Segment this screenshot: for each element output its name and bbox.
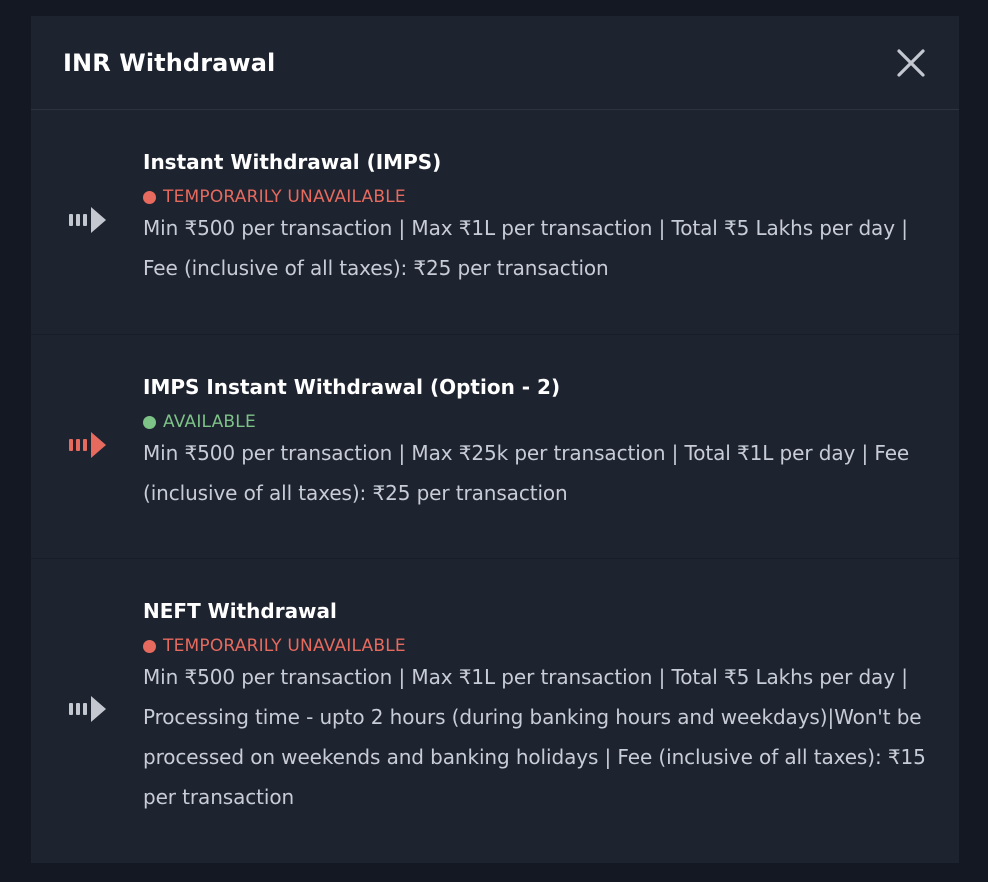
modal-header: INR Withdrawal bbox=[31, 16, 959, 110]
option-description: Min ₹500 per transaction | Max ₹25k per … bbox=[143, 441, 910, 505]
arrow-right-icon bbox=[69, 696, 106, 722]
option-description: Min ₹500 per transaction | Max ₹1L per t… bbox=[143, 216, 908, 280]
status-badge: TEMPORARILY UNAVAILABLE bbox=[143, 636, 935, 656]
status-text: AVAILABLE bbox=[163, 412, 256, 432]
arrow-right-icon bbox=[69, 432, 106, 458]
option-title: IMPS Instant Withdrawal (Option - 2) bbox=[143, 375, 561, 399]
option-title: NEFT Withdrawal bbox=[143, 599, 337, 623]
modal-title: INR Withdrawal bbox=[63, 48, 276, 77]
status-text: TEMPORARILY UNAVAILABLE bbox=[163, 187, 406, 207]
status-badge: TEMPORARILY UNAVAILABLE bbox=[143, 187, 935, 207]
status-dot-icon bbox=[143, 190, 156, 204]
option-description: Min ₹500 per transaction | Max ₹1L per t… bbox=[143, 665, 926, 809]
close-button[interactable] bbox=[894, 46, 928, 80]
close-icon bbox=[897, 48, 925, 77]
option-instant-imps[interactable]: Instant Withdrawal (IMPS) TEMPORARILY UN… bbox=[31, 110, 959, 334]
status-text: TEMPORARILY UNAVAILABLE bbox=[163, 636, 406, 656]
option-title: Instant Withdrawal (IMPS) bbox=[143, 150, 442, 174]
status-dot-icon bbox=[143, 415, 156, 429]
option-imps-option-2[interactable]: IMPS Instant Withdrawal (Option - 2) AVA… bbox=[31, 334, 959, 558]
status-badge: AVAILABLE bbox=[143, 412, 935, 432]
arrow-right-icon bbox=[69, 207, 106, 233]
option-neft[interactable]: NEFT Withdrawal TEMPORARILY UNAVAILABLE … bbox=[31, 558, 959, 862]
withdrawal-modal: INR Withdrawal Instant Withdrawal (IMPS)… bbox=[31, 16, 959, 863]
status-dot-icon bbox=[143, 639, 156, 653]
